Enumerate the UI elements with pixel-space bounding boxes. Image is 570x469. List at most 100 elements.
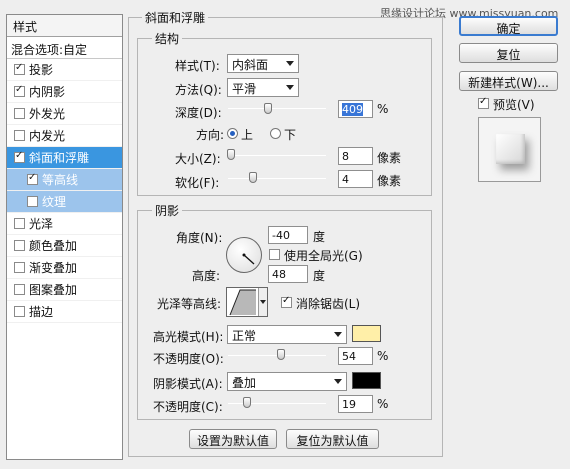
blend-options-item[interactable]: 混合选项:自定 bbox=[7, 37, 122, 59]
highlight-opacity-input[interactable]: 54 bbox=[338, 347, 373, 365]
gloss-contour-picker[interactable] bbox=[226, 287, 268, 317]
reset-default-button[interactable]: 复位为默认值 bbox=[286, 429, 379, 449]
depth-unit: % bbox=[377, 102, 389, 116]
style-item-checkbox[interactable] bbox=[14, 306, 25, 317]
style-item-checkbox[interactable] bbox=[14, 150, 25, 163]
style-item-checkbox[interactable] bbox=[14, 84, 25, 97]
direction-up-label: 上 bbox=[241, 128, 254, 142]
style-select[interactable]: 内斜面 bbox=[227, 54, 299, 73]
style-item-8[interactable]: 颜色叠加 bbox=[7, 235, 122, 257]
highlight-opacity-thumb[interactable] bbox=[276, 349, 285, 360]
highlight-opacity-value: 54 bbox=[342, 350, 356, 363]
style-item-6[interactable]: 纹理 bbox=[7, 191, 122, 213]
technique-value: 平滑 bbox=[232, 82, 257, 96]
style-item-label: 内阴影 bbox=[29, 85, 66, 99]
styles-list: 投影内阴影外发光内发光斜面和浮雕等高线纹理光泽颜色叠加渐变叠加图案叠加描边 bbox=[7, 59, 122, 323]
shadow-opacity-unit: % bbox=[377, 397, 389, 411]
style-item-10[interactable]: 图案叠加 bbox=[7, 279, 122, 301]
direction-up-radio[interactable] bbox=[227, 128, 238, 139]
style-item-4[interactable]: 斜面和浮雕 bbox=[7, 147, 122, 169]
style-item-checkbox[interactable] bbox=[14, 240, 25, 251]
style-item-11[interactable]: 描边 bbox=[7, 301, 122, 323]
soften-unit: 像素 bbox=[377, 174, 402, 188]
shadow-opacity-input[interactable]: 19 bbox=[338, 395, 373, 413]
size-input[interactable]: 8 bbox=[338, 147, 373, 165]
style-item-checkbox[interactable] bbox=[27, 196, 38, 207]
styles-header: 样式 bbox=[7, 15, 122, 37]
depth-input[interactable]: 409 bbox=[338, 100, 373, 118]
angle-dial[interactable] bbox=[226, 237, 262, 273]
style-item-label: 渐变叠加 bbox=[29, 261, 78, 275]
style-item-checkbox[interactable] bbox=[14, 262, 25, 273]
style-item-checkbox[interactable] bbox=[27, 172, 38, 185]
size-label: 大小(Z): bbox=[175, 152, 221, 166]
technique-select[interactable]: 平滑 bbox=[227, 78, 299, 97]
soften-slider-thumb[interactable] bbox=[248, 172, 257, 183]
highlight-color-swatch[interactable] bbox=[352, 325, 381, 342]
style-item-label: 描边 bbox=[29, 305, 54, 319]
style-item-label: 等高线 bbox=[42, 173, 79, 187]
antialias-label: 消除锯齿(L) bbox=[296, 297, 361, 311]
shadow-color-swatch[interactable] bbox=[352, 372, 381, 389]
chevron-down-icon bbox=[334, 379, 342, 384]
style-value: 内斜面 bbox=[232, 58, 269, 72]
shadow-opacity-thumb[interactable] bbox=[242, 397, 251, 408]
style-item-checkbox[interactable] bbox=[14, 62, 25, 75]
depth-value: 409 bbox=[342, 103, 363, 116]
preview-checkbox[interactable]: ✓ bbox=[478, 96, 489, 109]
angle-needle-icon bbox=[242, 253, 255, 265]
chevron-down-icon bbox=[334, 332, 342, 337]
style-item-3[interactable]: 内发光 bbox=[7, 125, 122, 147]
gloss-contour-label: 光泽等高线: bbox=[157, 297, 222, 311]
style-item-label: 内发光 bbox=[29, 129, 66, 143]
direction-down-label: 下 bbox=[284, 128, 297, 142]
size-unit: 像素 bbox=[377, 151, 402, 165]
style-item-5[interactable]: 等高线 bbox=[7, 169, 122, 191]
style-item-label: 颜色叠加 bbox=[29, 239, 78, 253]
chevron-down-icon bbox=[260, 300, 266, 304]
style-label: 样式(T): bbox=[175, 59, 220, 73]
direction-label: 方向: bbox=[196, 128, 225, 142]
shadow-mode-select[interactable]: 叠加 bbox=[227, 372, 347, 391]
size-slider-track[interactable] bbox=[228, 155, 326, 156]
antialias-checkbox[interactable]: ✓ bbox=[281, 295, 292, 308]
angle-input[interactable]: -40 bbox=[268, 226, 308, 244]
style-item-label: 投影 bbox=[29, 63, 54, 77]
style-item-checkbox[interactable] bbox=[14, 130, 25, 141]
style-item-checkbox[interactable] bbox=[14, 218, 25, 229]
structure-title: 结构 bbox=[152, 30, 183, 47]
direction-down-radio[interactable] bbox=[270, 128, 281, 139]
soften-input[interactable]: 4 bbox=[338, 170, 373, 188]
style-item-label: 纹理 bbox=[42, 195, 67, 209]
preview-swatch bbox=[496, 134, 525, 164]
style-item-checkbox[interactable] bbox=[14, 108, 25, 119]
preview-thumbnail bbox=[478, 117, 541, 182]
size-slider-thumb[interactable] bbox=[226, 149, 235, 160]
contour-dropdown-button[interactable] bbox=[258, 288, 267, 316]
style-item-9[interactable]: 渐变叠加 bbox=[7, 257, 122, 279]
new-style-button[interactable]: 新建样式(W)... bbox=[459, 71, 558, 91]
ok-button[interactable]: 确定 bbox=[459, 16, 558, 36]
style-item-1[interactable]: 内阴影 bbox=[7, 81, 122, 103]
altitude-value: 48 bbox=[272, 268, 286, 281]
highlight-opacity-label: 不透明度(O): bbox=[153, 352, 224, 366]
styles-panel: 样式 混合选项:自定 投影内阴影外发光内发光斜面和浮雕等高线纹理光泽颜色叠加渐变… bbox=[6, 14, 123, 460]
altitude-input[interactable]: 48 bbox=[268, 265, 308, 283]
style-item-0[interactable]: 投影 bbox=[7, 59, 122, 81]
style-item-2[interactable]: 外发光 bbox=[7, 103, 122, 125]
reset-button[interactable]: 复位 bbox=[459, 43, 558, 63]
global-light-label: 使用全局光(G) bbox=[284, 249, 363, 263]
soften-slider-track[interactable] bbox=[228, 178, 326, 179]
depth-slider-thumb[interactable] bbox=[264, 103, 273, 114]
highlight-opacity-unit: % bbox=[377, 349, 389, 363]
highlight-mode-value: 正常 bbox=[232, 329, 257, 343]
depth-slider-track[interactable] bbox=[228, 108, 326, 109]
shadow-mode-label: 阴影模式(A): bbox=[153, 377, 223, 391]
global-light-checkbox[interactable] bbox=[269, 249, 280, 260]
style-item-label: 外发光 bbox=[29, 107, 66, 121]
make-default-button[interactable]: 设置为默认值 bbox=[189, 429, 277, 449]
highlight-mode-select[interactable]: 正常 bbox=[227, 325, 347, 344]
style-item-checkbox[interactable] bbox=[14, 284, 25, 295]
style-item-7[interactable]: 光泽 bbox=[7, 213, 122, 235]
style-item-label: 光泽 bbox=[29, 217, 54, 231]
